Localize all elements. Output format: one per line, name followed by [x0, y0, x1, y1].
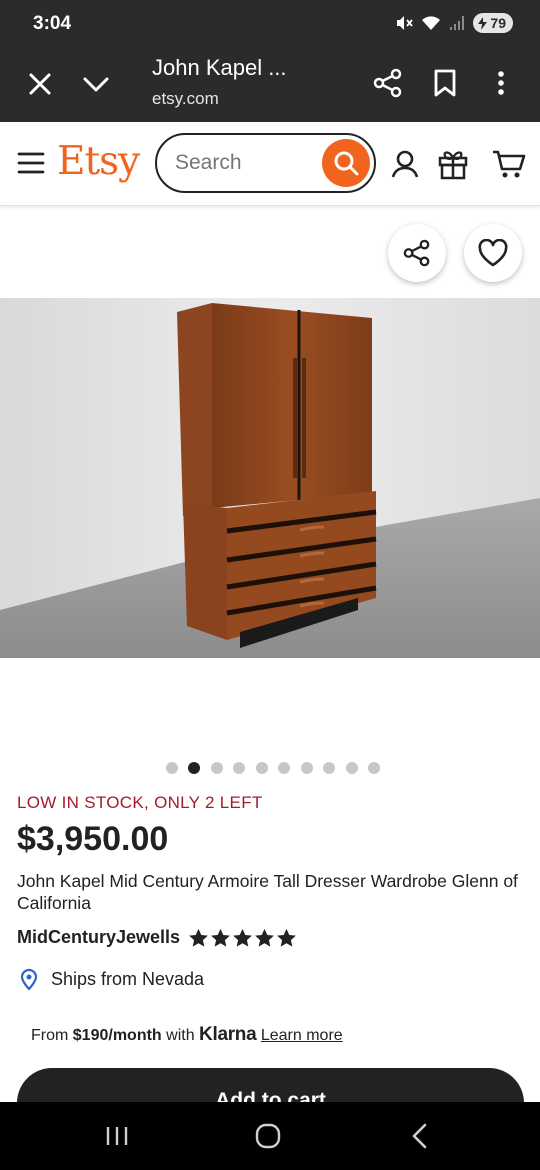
signal-icon: [450, 16, 465, 30]
carousel-dot[interactable]: [233, 762, 246, 774]
wifi-icon: [422, 16, 441, 30]
site-header: Etsy: [0, 122, 540, 206]
search-button[interactable]: [322, 139, 370, 187]
close-icon[interactable]: [26, 70, 54, 98]
carousel-dot[interactable]: [300, 762, 313, 774]
armoire-photo: [0, 298, 540, 658]
share-icon: [403, 239, 430, 267]
shop-name[interactable]: MidCenturyJewells: [17, 927, 180, 948]
carousel-dot[interactable]: [368, 762, 381, 774]
heart-icon: [478, 239, 508, 267]
more-vert-icon[interactable]: [488, 68, 514, 98]
user-icon[interactable]: [391, 149, 419, 179]
battery-level: 79: [490, 15, 506, 31]
star-icon: [277, 928, 296, 947]
shop-row[interactable]: MidCenturyJewells: [17, 927, 297, 948]
status-time: 3:04: [33, 13, 72, 34]
search-box[interactable]: [155, 133, 376, 193]
carousel-dot[interactable]: [255, 762, 268, 774]
menu-icon[interactable]: [17, 150, 45, 176]
tab-url: etsy.com: [152, 89, 219, 108]
charging-icon: [478, 16, 488, 30]
ships-from-row: Ships from Nevada: [20, 968, 204, 990]
klarna-financing: From $190/month with Klarna Learn more: [31, 1024, 343, 1046]
search-icon: [334, 151, 359, 176]
location-pin-icon: [20, 968, 38, 990]
battery-indicator: 79: [473, 13, 513, 33]
system-nav-bar: [0, 1102, 540, 1170]
cart-icon[interactable]: [492, 149, 526, 179]
ships-from-text: Ships from Nevada: [51, 968, 205, 989]
custom-tab-bar: John Kapel ... etsy.com: [0, 48, 540, 122]
tab-title: John Kapel ...: [152, 55, 287, 80]
carousel-dot[interactable]: [323, 762, 336, 774]
star-icon: [233, 928, 252, 947]
gift-icon[interactable]: [438, 148, 468, 180]
search-input[interactable]: [175, 148, 315, 178]
klarna-middle: with: [161, 1027, 200, 1044]
price: $3,950.00: [17, 820, 169, 858]
favorite-button[interactable]: [464, 224, 522, 282]
status-icons: 79: [395, 13, 513, 33]
klarna-learn-more-link[interactable]: Learn more: [261, 1027, 343, 1044]
recent-apps-icon[interactable]: [104, 1124, 130, 1148]
carousel-dot[interactable]: [210, 762, 223, 774]
star-icon: [189, 928, 208, 947]
carousel-dot[interactable]: [188, 762, 201, 774]
klarna-amount: $190/month: [72, 1027, 162, 1044]
product-image[interactable]: [0, 298, 540, 658]
bookmark-icon[interactable]: [431, 68, 459, 98]
etsy-logo[interactable]: Etsy: [57, 139, 140, 184]
rating-stars[interactable]: [188, 928, 297, 948]
share-icon[interactable]: [373, 68, 403, 98]
image-carousel-dots[interactable]: [0, 762, 540, 774]
chevron-down-icon[interactable]: [82, 70, 110, 98]
home-icon[interactable]: [254, 1122, 282, 1150]
product-title: John Kapel Mid Century Armoire Tall Dres…: [17, 871, 518, 913]
carousel-dot[interactable]: [278, 762, 291, 774]
mute-icon: [397, 16, 414, 30]
star-icon: [255, 928, 274, 947]
klarna-prefix: From: [31, 1027, 73, 1044]
stock-notice: LOW IN STOCK, ONLY 2 LEFT: [17, 793, 263, 812]
status-bar: 3:04 79: [0, 0, 540, 48]
back-icon[interactable]: [408, 1122, 430, 1150]
share-listing-button[interactable]: [388, 224, 446, 282]
carousel-dot[interactable]: [345, 762, 358, 774]
carousel-dot[interactable]: [165, 762, 178, 774]
star-icon: [211, 928, 230, 947]
klarna-logo: Klarna: [199, 1024, 257, 1045]
